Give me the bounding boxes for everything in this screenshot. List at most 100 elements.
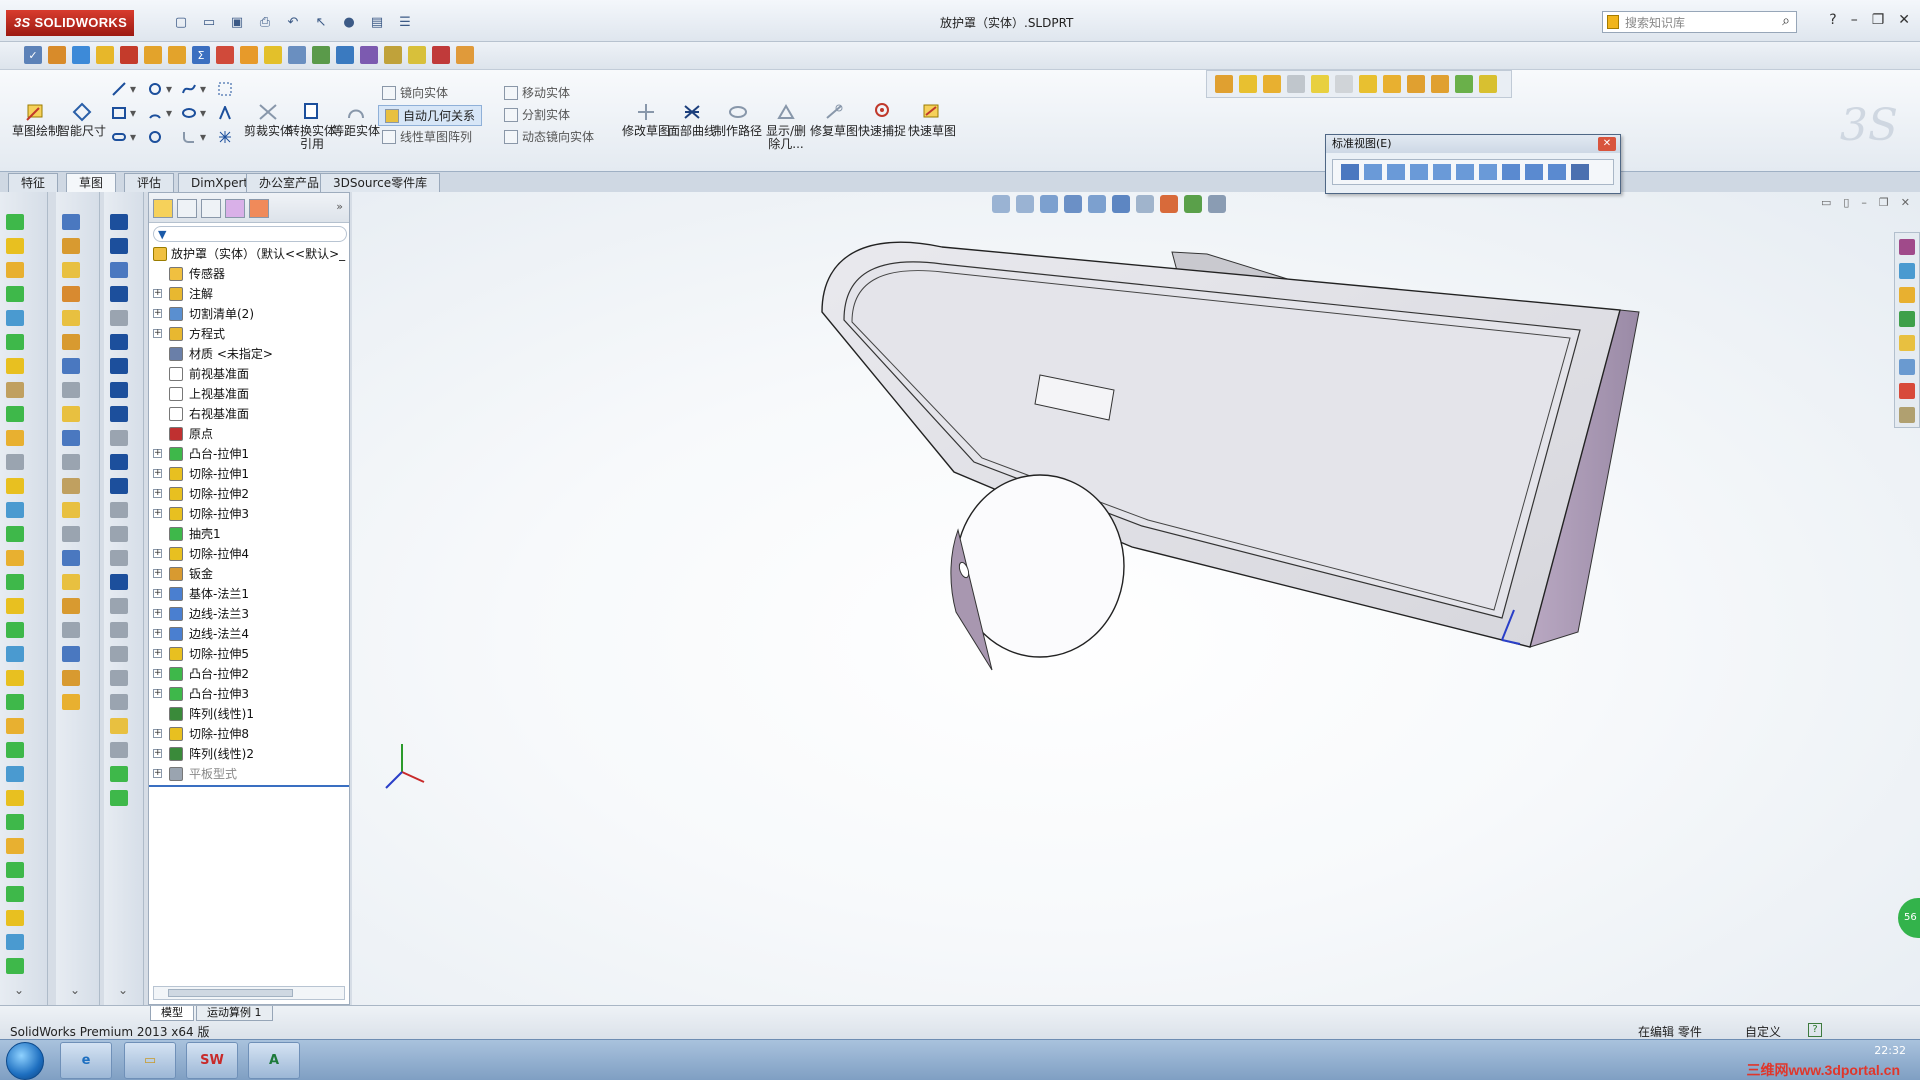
quick-snaps-button[interactable]: 快速捕捉 [858,102,906,138]
dimetric-view-icon[interactable] [1548,164,1566,180]
feature-tree-item[interactable]: + 钣金 [149,565,349,583]
sketch-picture-icon[interactable] [1239,75,1257,93]
expand-toggle-icon[interactable]: + [153,649,162,658]
vbar3-tool-icon[interactable] [110,742,128,758]
expand-toggle-icon[interactable]: + [153,769,162,778]
feature-tree-item[interactable]: + 切除-拉伸3 [149,505,349,523]
vbar3-tool-icon[interactable] [110,334,128,350]
top-view-icon[interactable] [1456,164,1474,180]
system-clock[interactable]: 22:32 [1874,1044,1906,1057]
expand-toggle-icon[interactable]: + [153,729,162,738]
vbar3-tool-icon[interactable] [110,454,128,470]
compare-icon[interactable] [408,46,426,64]
feature-tree-scrollbar[interactable] [153,986,345,1000]
back-view-icon[interactable] [1387,164,1405,180]
right-view-icon[interactable] [1433,164,1451,180]
feature-tree-item[interactable]: + 基体-法兰1 [149,585,349,603]
display-manager-tab-icon[interactable] [249,199,269,218]
vbar1-tool-icon[interactable] [6,382,24,398]
undercut-icon[interactable] [288,46,306,64]
open-folder-icon[interactable]: ▭ [198,12,220,32]
feature-tree-item[interactable]: + 凸台-拉伸2 [149,665,349,683]
tab-model[interactable]: 模型 [150,1006,194,1021]
expand-toggle-icon[interactable]: + [153,449,162,458]
parting-line-icon[interactable] [312,46,330,64]
scrollbar-thumb[interactable] [168,989,293,997]
vbar2-tool-icon[interactable] [62,334,80,350]
vbar1-tool-icon[interactable] [6,406,24,422]
vbar1-tool-icon[interactable] [6,814,24,830]
more-tools-icon[interactable] [1479,75,1497,93]
sensor-icon[interactable] [168,46,186,64]
rectangle-tool[interactable]: ▾ [112,106,136,120]
vbar1-tool-icon[interactable] [6,766,24,782]
vbar3-tool-icon[interactable] [110,406,128,422]
relations-icon[interactable] [1383,75,1401,93]
linear-sketch-pattern-button[interactable]: 线性草图阵列 [382,128,472,145]
feature-tree-item[interactable]: 前视基准面 [149,365,349,383]
rapid-sketch-button[interactable]: 快速草图 [908,102,956,138]
expand-toggle-icon[interactable]: + [153,629,162,638]
arc-tool[interactable]: ▾ [148,106,172,120]
vbar1-tool-icon[interactable] [6,790,24,806]
vbar3-tool-icon[interactable] [110,574,128,590]
vbar3-tool-icon[interactable] [110,382,128,398]
view-palette-icon[interactable] [1899,335,1915,351]
vbar2-tool-icon[interactable] [62,526,80,542]
vbar2-tool-icon[interactable] [62,358,80,374]
feature-tree-item[interactable]: + 切除-拉伸2 [149,485,349,503]
spell-check-icon[interactable]: ✓ [24,46,42,64]
feature-tree-item[interactable]: + 阵列(线性)2 [149,745,349,763]
options-icon[interactable]: ☰ [394,12,416,32]
help-icon[interactable]: ? [1829,12,1836,28]
deviation-icon[interactable] [216,46,234,64]
feature-tree-item[interactable]: + 切除-拉伸1 [149,465,349,483]
feature-tree-tab-icon[interactable] [153,199,173,218]
isometric-view-icon[interactable] [1502,164,1520,180]
tab-motion-study[interactable]: 运动算例 1 [196,1006,273,1021]
line-tool[interactable]: ▾ [112,82,136,96]
unit-system[interactable]: 自定义 [1745,1023,1781,1040]
graphics-area[interactable]: ▭ ▯ – ❐ ✕ 56 [352,192,1920,1005]
vbar2-tool-icon[interactable] [62,598,80,614]
measure-icon[interactable] [48,46,66,64]
feature-tree-item[interactable]: 材质 <未指定> [149,345,349,363]
symmetry-check-icon[interactable] [432,46,450,64]
draft-analysis-icon[interactable] [264,46,282,64]
vbar3-tool-icon[interactable] [110,694,128,710]
vbar1-tool-icon[interactable] [6,262,24,278]
appearances-icon[interactable] [1899,359,1915,375]
expand-toggle-icon[interactable]: + [153,309,162,318]
vbar2-tool-icon[interactable] [62,670,80,686]
vbar1-tool-icon[interactable] [6,598,24,614]
expand-toggle-icon[interactable]: + [153,689,162,698]
vbar1-tool-icon[interactable] [6,718,24,734]
restore-icon[interactable]: ❐ [1872,12,1885,28]
solidworks-logo[interactable]: 3S SOLIDWORKS [6,10,134,36]
vbar1-tool-icon[interactable] [6,886,24,902]
vbar3-tool-icon[interactable] [110,646,128,662]
convert-entities-button[interactable]: 转换实体引用 [288,102,336,151]
vbar1-tool-icon[interactable] [6,478,24,494]
spline-tools-icon[interactable] [1335,75,1353,93]
feature-tree-item[interactable]: + 方程式 [149,325,349,343]
plane-icon[interactable] [1359,75,1377,93]
vbar1-tool-icon[interactable] [6,310,24,326]
vbar3-tool-icon[interactable] [110,718,128,734]
trimetric-view-icon[interactable] [1525,164,1543,180]
vbar2-tool-icon[interactable] [62,502,80,518]
select-cursor-icon[interactable]: ↖ [310,12,332,32]
save-icon[interactable]: ▣ [226,12,248,32]
search-icon[interactable]: ⌕ [1782,13,1790,29]
vbar3-tool-icon[interactable] [110,430,128,446]
forum-icon[interactable] [1899,407,1915,423]
internet-explorer-icon[interactable]: e [60,1042,112,1079]
geometry-analysis-icon[interactable] [336,46,354,64]
check-icon[interactable] [120,46,138,64]
expand-toggle-icon[interactable]: + [153,289,162,298]
feature-tree-item[interactable]: 右视基准面 [149,405,349,423]
close-icon[interactable]: ✕ [1898,12,1910,28]
make-path-button[interactable]: 制作路径 [714,102,762,138]
solidworks-resources-icon[interactable] [1899,239,1915,255]
feature-tree-item[interactable]: + 平板型式 [149,765,349,783]
